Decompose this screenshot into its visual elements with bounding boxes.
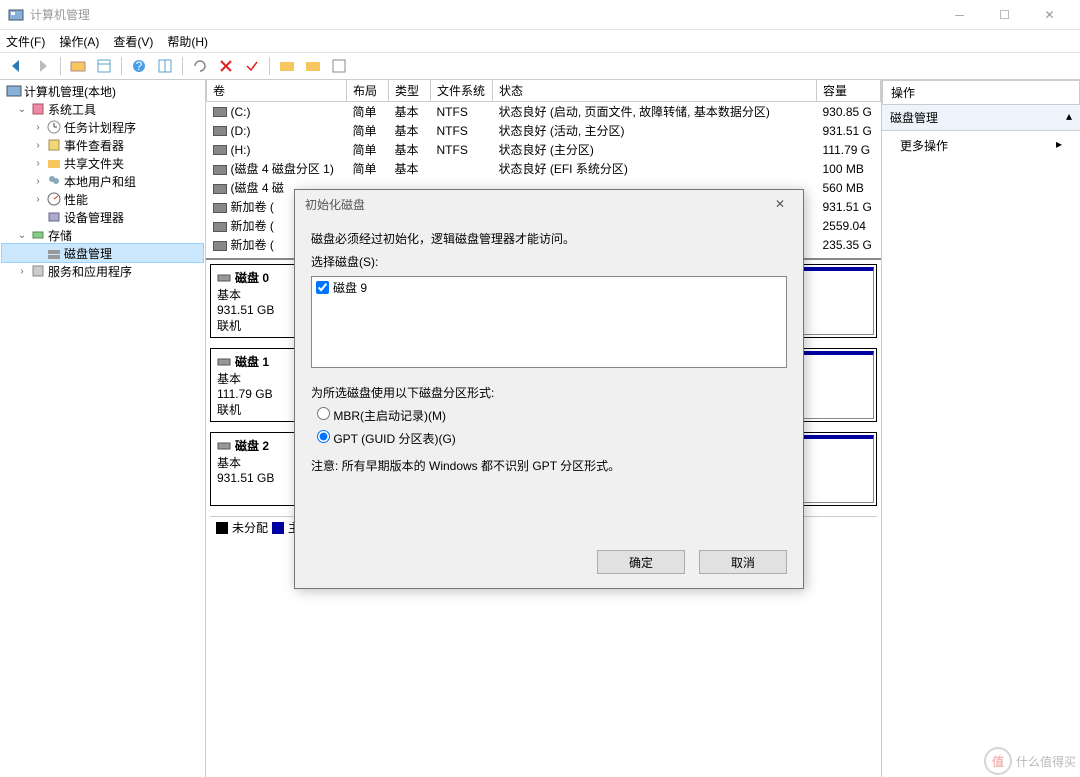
disk-listbox[interactable]: 磁盘 9 xyxy=(311,276,787,368)
col-layout[interactable]: 布局 xyxy=(347,80,389,102)
tree-performance[interactable]: ›性能 xyxy=(2,190,203,208)
legend-unalloc: 未分配 xyxy=(232,519,268,536)
col-type[interactable]: 类型 xyxy=(389,80,431,102)
refresh-icon[interactable] xyxy=(189,55,211,77)
tree-disk-management[interactable]: 磁盘管理 xyxy=(2,244,203,262)
ok-button[interactable]: 确定 xyxy=(597,550,685,574)
titlebar: 计算机管理 ─ ☐ ✕ xyxy=(0,0,1080,30)
col-volume[interactable]: 卷 xyxy=(207,80,347,102)
col-capacity[interactable]: 容量 xyxy=(817,80,881,102)
toolbar: ? xyxy=(0,52,1080,80)
cancel-button[interactable]: 取消 xyxy=(699,550,787,574)
menu-action[interactable]: 操作(A) xyxy=(59,33,99,50)
actions-group[interactable]: 磁盘管理▴ xyxy=(882,105,1080,131)
forward-button[interactable] xyxy=(32,55,54,77)
dialog-close-button[interactable]: ✕ xyxy=(767,197,793,211)
disk-checkbox[interactable] xyxy=(316,281,329,294)
col-status[interactable]: 状态 xyxy=(493,80,817,102)
tree-pane: 计算机管理(本地) ⌄系统工具 ›任务计划程序 ›事件查看器 ›共享文件夹 ›本… xyxy=(0,80,206,777)
dialog-titlebar: 初始化磁盘 ✕ xyxy=(295,190,803,218)
dialog-title: 初始化磁盘 xyxy=(305,196,365,213)
chevron-right-icon: ▸ xyxy=(1056,137,1062,154)
mbr-radio[interactable] xyxy=(317,407,330,420)
folder3-icon[interactable] xyxy=(302,55,324,77)
maximize-button[interactable]: ☐ xyxy=(982,0,1027,30)
window-title: 计算机管理 xyxy=(30,6,937,23)
menubar: 文件(F) 操作(A) 查看(V) 帮助(H) xyxy=(0,30,1080,52)
props-icon[interactable] xyxy=(328,55,350,77)
tree-system-tools[interactable]: ⌄系统工具 xyxy=(2,100,203,118)
back-button[interactable] xyxy=(6,55,28,77)
watermark-text: 什么值得买 xyxy=(1016,753,1076,770)
dialog-note: 注意: 所有早期版本的 Windows 都不识别 GPT 分区形式。 xyxy=(311,457,787,474)
check-icon[interactable] xyxy=(241,55,263,77)
menu-view[interactable]: 查看(V) xyxy=(113,33,153,50)
tree-root[interactable]: 计算机管理(本地) xyxy=(2,82,203,100)
tree-event-viewer[interactable]: ›事件查看器 xyxy=(2,136,203,154)
initialize-disk-dialog: 初始化磁盘 ✕ 磁盘必须经过初始化，逻辑磁盘管理器才能访问。 选择磁盘(S): … xyxy=(294,189,804,589)
actions-pane: 操作 磁盘管理▴ 更多操作▸ xyxy=(882,80,1080,777)
table-row[interactable]: (D:)简单基本NTFS状态良好 (活动, 主分区)931.51 G xyxy=(207,121,881,140)
actions-header: 操作 xyxy=(882,80,1080,105)
tree-task-scheduler[interactable]: ›任务计划程序 xyxy=(2,118,203,136)
gpt-radio[interactable] xyxy=(317,430,330,443)
folder2-icon[interactable] xyxy=(276,55,298,77)
col-fs[interactable]: 文件系统 xyxy=(431,80,493,102)
tree-local-users[interactable]: ›本地用户和组 xyxy=(2,172,203,190)
tree-device-manager[interactable]: 设备管理器 xyxy=(2,208,203,226)
minimize-button[interactable]: ─ xyxy=(937,0,982,30)
table-row[interactable]: (C:)简单基本NTFS状态良好 (启动, 页面文件, 故障转储, 基本数据分区… xyxy=(207,102,881,122)
gpt-option[interactable]: GPT (GUID 分区表)(G) xyxy=(317,430,787,447)
close-button[interactable]: ✕ xyxy=(1027,0,1072,30)
menu-file[interactable]: 文件(F) xyxy=(6,33,45,50)
folder-icon[interactable] xyxy=(67,55,89,77)
select-disk-label: 选择磁盘(S): xyxy=(311,253,787,270)
watermark: 值 什么值得买 xyxy=(984,747,1076,775)
table-row[interactable]: (H:)简单基本NTFS状态良好 (主分区)111.79 G xyxy=(207,140,881,159)
view-icon[interactable] xyxy=(93,55,115,77)
tree-storage[interactable]: ⌄存储 xyxy=(2,226,203,244)
tree-shared-folders[interactable]: ›共享文件夹 xyxy=(2,154,203,172)
disk-item[interactable]: 磁盘 9 xyxy=(316,279,782,296)
partition-style-label: 为所选磁盘使用以下磁盘分区形式: xyxy=(311,384,787,401)
app-icon xyxy=(8,7,24,23)
actions-more[interactable]: 更多操作▸ xyxy=(882,131,1080,160)
menu-help[interactable]: 帮助(H) xyxy=(167,33,208,50)
watermark-icon: 值 xyxy=(984,747,1012,775)
delete-icon[interactable] xyxy=(215,55,237,77)
list-icon[interactable] xyxy=(154,55,176,77)
help-icon[interactable]: ? xyxy=(128,55,150,77)
tree-services-apps[interactable]: ›服务和应用程序 xyxy=(2,262,203,280)
table-row[interactable]: (磁盘 4 磁盘分区 1)简单基本状态良好 (EFI 系统分区)100 MB xyxy=(207,159,881,178)
mbr-option[interactable]: MBR(主启动记录)(M) xyxy=(317,407,787,424)
svg-text:?: ? xyxy=(136,59,143,73)
collapse-icon[interactable]: ▴ xyxy=(1066,109,1072,126)
dialog-message: 磁盘必须经过初始化，逻辑磁盘管理器才能访问。 xyxy=(311,230,787,247)
